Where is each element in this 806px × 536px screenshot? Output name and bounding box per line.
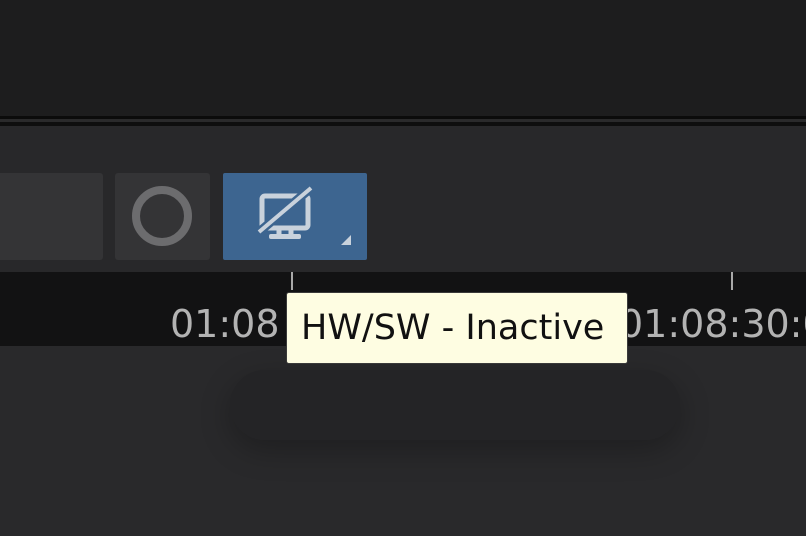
toolbar [0, 126, 806, 272]
app-window: 01:08 01:08:30:0 HW/SW - Inactive [0, 0, 806, 536]
tooltip-shadow [230, 370, 680, 440]
tooltip-text: HW/SW - Inactive [301, 308, 605, 348]
ruler-tick [731, 272, 733, 290]
ruler-timecode: 01:08 [170, 302, 280, 346]
ruler-tick [291, 272, 293, 290]
ruler-timecode: 01:08:30:0 [619, 302, 806, 346]
monitor-slash-icon [256, 184, 351, 245]
record-button[interactable] [115, 173, 210, 260]
blank-button[interactable] [0, 173, 103, 260]
tooltip: HW/SW - Inactive [286, 292, 628, 364]
upper-panel [0, 0, 806, 116]
hw-sw-toggle-button[interactable] [223, 173, 367, 260]
record-circle-icon [132, 186, 192, 246]
